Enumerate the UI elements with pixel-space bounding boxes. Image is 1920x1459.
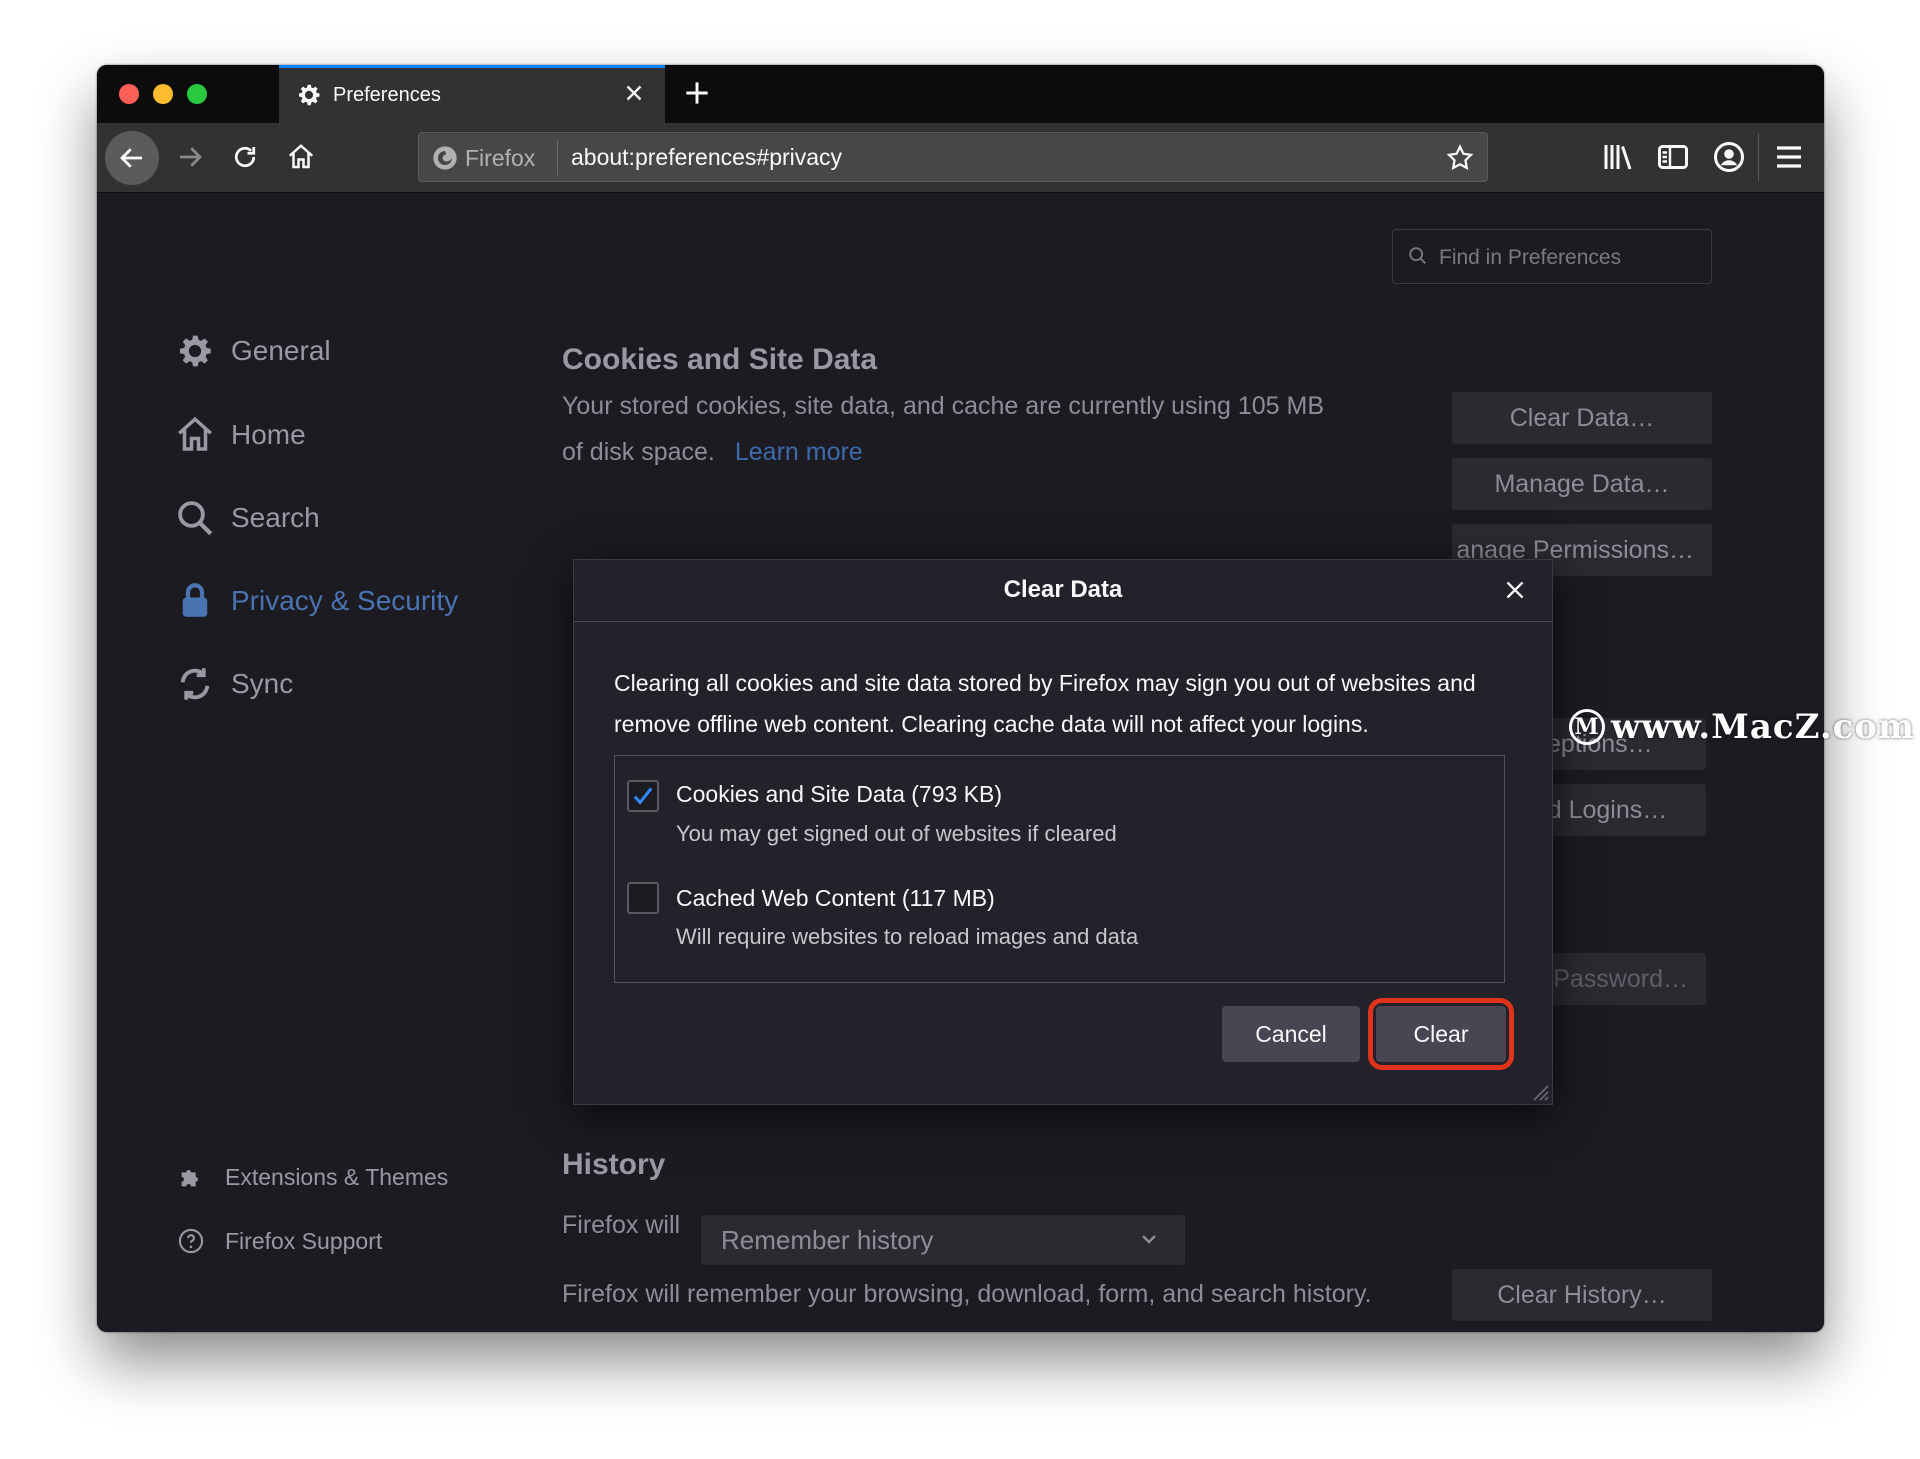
browser-window: Preferences Firefox about:preferences#pr… [97,65,1824,1332]
search-placeholder: Find in Preferences [1439,246,1622,269]
url-separator [557,141,558,175]
bookmark-star-icon[interactable] [1445,143,1475,173]
close-window-button[interactable] [119,84,139,104]
sidebar-link-extensions-themes[interactable]: Extensions & Themes [177,1163,448,1191]
close-icon[interactable] [1502,577,1528,603]
clear-options-box: Cookies and Site Data (793 KB) You may g… [614,755,1505,983]
clear-button-highlight [1368,998,1514,1070]
tab-title: Preferences [333,84,441,106]
sidebar-item-sync[interactable]: Sync [173,662,293,706]
sidebar-link-firefox-support[interactable]: Firefox Support [177,1227,382,1255]
search-icon [173,496,217,540]
sidebar-toggle-icon[interactable] [1655,139,1691,175]
gear-icon [173,329,217,373]
cache-checkbox[interactable] [627,882,659,914]
option-label: Cookies and Site Data (793 KB) [676,781,1003,807]
find-in-preferences-input[interactable]: Find in Preferences [1392,229,1712,284]
account-icon[interactable] [1711,139,1747,175]
sidebar-item-general[interactable]: General [173,329,331,373]
cookies-description-line2: of disk space. Learn more [562,429,1324,475]
forward-button[interactable] [169,136,211,178]
reload-icon [234,146,256,168]
url-text[interactable]: about:preferences#privacy [571,144,842,171]
sidebar-item-privacy-security[interactable]: Privacy & Security [173,579,458,623]
watermark-text: www.MacZ.com [1611,707,1916,747]
sidebar-item-label: Privacy & Security [231,585,459,616]
close-tab-icon[interactable] [621,80,647,106]
history-mode-select[interactable]: Remember history [701,1215,1185,1265]
history-description: Firefox will remember your browsing, dow… [562,1280,1372,1308]
navigation-toolbar: Firefox about:preferences#privacy [97,123,1824,193]
cookies-description-text: of disk space. [562,438,715,466]
clear-history-button[interactable]: Clear History… [1452,1269,1712,1321]
home-button[interactable] [280,136,322,178]
url-bar[interactable]: Firefox about:preferences#privacy [418,132,1488,182]
firefox-logo-icon [433,146,457,170]
learn-more-link[interactable]: Learn more [735,438,863,466]
cookies-description-line1: Your stored cookies, site data, and cach… [562,392,1325,420]
identity-label: Firefox [465,144,536,171]
sidebar-item-label: General [231,335,331,366]
dialog-message: Clearing all cookies and site data store… [614,663,1524,745]
sidebar-item-label: Sync [231,668,294,699]
clear-data-dialog: Clear Data Clearing all cookies and site… [573,559,1553,1105]
maximize-window-button[interactable] [187,84,207,104]
history-section-title: History [562,1148,666,1181]
home-icon [173,413,217,457]
toolbar-separator [1758,133,1759,181]
identity-box[interactable]: Firefox [431,144,535,172]
resize-grip-icon[interactable] [1528,1080,1550,1102]
history-mode-value: Remember history [721,1225,934,1255]
gear-icon [298,84,320,106]
dialog-message-line1: Clearing all cookies and site data store… [614,670,1476,696]
cookies-checkbox[interactable] [627,780,659,812]
option-sublabel: Will require websites to reload images a… [676,924,1139,949]
sidebar-item-label: Search [231,502,320,533]
dialog-title: Clear Data [1003,576,1123,603]
clear-data-button[interactable]: Clear Data… [1452,392,1712,444]
chevron-down-icon [1142,1235,1156,1244]
tab-strip: Preferences [97,65,1824,123]
back-button[interactable] [105,131,159,185]
sidebar-item-search[interactable]: Search [173,496,320,540]
manage-data-button[interactable]: Manage Data… [1452,458,1712,510]
library-icon[interactable] [1600,139,1636,175]
sidebar-item-home[interactable]: Home [173,413,306,457]
minimize-window-button[interactable] [153,84,173,104]
lock-icon [173,579,217,623]
sidebar-foot-label: Firefox Support [225,1227,383,1254]
cookies-description: Your stored cookies, site data, and cach… [562,383,1324,475]
dialog-message-line2: remove offline web content. Clearing cac… [614,711,1369,737]
sync-icon [173,662,217,706]
cookies-section-title: Cookies and Site Data [562,343,878,376]
watermark-logo-icon: M [1569,709,1605,745]
tab-preferences[interactable]: Preferences [279,65,665,123]
forward-arrow-icon [180,147,202,167]
cancel-button[interactable]: Cancel [1222,1006,1360,1062]
option-label: Cached Web Content (117 MB) [676,885,995,911]
home-icon [288,144,314,169]
menu-hamburger-icon[interactable] [1771,139,1807,175]
reload-button[interactable] [224,136,266,178]
back-arrow-icon [120,148,142,168]
dialog-header: Clear Data [574,560,1552,622]
search-icon [1409,247,1426,264]
watermark: M www.MacZ.com [1569,707,1915,747]
history-firefox-will-label: Firefox will [562,1211,681,1239]
option-sublabel: You may get signed out of websites if cl… [676,821,1117,846]
sidebar-item-label: Home [231,419,306,450]
help-icon [177,1227,205,1255]
new-tab-icon[interactable] [681,77,713,109]
puzzle-icon [177,1163,205,1191]
sidebar-foot-label: Extensions & Themes [225,1163,449,1190]
checkmark-icon [633,787,653,805]
